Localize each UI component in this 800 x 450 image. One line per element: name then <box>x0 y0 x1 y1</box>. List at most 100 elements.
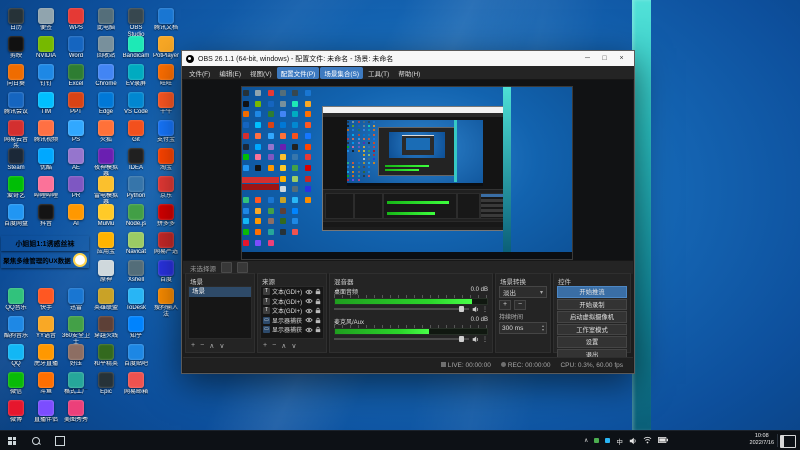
desktop-icon[interactable]: Epic <box>92 372 120 396</box>
remove-scene-button[interactable]: − <box>200 342 204 349</box>
desktop-icon-image[interactable] <box>98 92 114 108</box>
remove-source-button[interactable]: − <box>272 342 276 349</box>
desktop-icon[interactable]: Bandicam <box>122 36 150 60</box>
desktop-icon-image[interactable] <box>158 120 174 136</box>
desktop-icon[interactable]: 穿越火线 <box>92 316 120 340</box>
desktop-icon-image[interactable] <box>98 36 114 52</box>
desktop-icon[interactable]: QQ <box>2 344 30 368</box>
desktop-icon[interactable]: PS <box>62 120 90 144</box>
desktop-icon-image[interactable] <box>128 232 144 248</box>
desktop-icon-image[interactable] <box>158 64 174 80</box>
desktop-icon[interactable]: 腾讯会议 <box>2 92 30 116</box>
desktop-icon-image[interactable] <box>8 372 24 388</box>
spinner-arrows-icon[interactable]: ▴ ▾ <box>542 324 544 332</box>
desktop-icon-image[interactable] <box>98 64 114 80</box>
sources-list[interactable]: T文本(GDI+) 3T文本(GDI+) 2T文本(GDI+)▭显示器捕获 2▭… <box>260 286 324 339</box>
desktop-icon-image[interactable] <box>38 316 54 332</box>
desktop-icon[interactable]: 斗鱼 <box>32 372 60 396</box>
desktop-icon-image[interactable] <box>128 344 144 360</box>
desktop-icon[interactable]: 知乎 <box>122 316 150 340</box>
desktop-icon-image[interactable] <box>38 344 54 360</box>
desktop-icon-image[interactable] <box>98 344 114 360</box>
start-recording-button[interactable]: 开始录制 <box>557 298 627 310</box>
desktop-icon[interactable]: 日历 <box>2 8 30 32</box>
desktop-icon[interactable]: 腾讯文档 <box>152 8 180 32</box>
desktop-icon[interactable]: 快手 <box>32 288 60 312</box>
desktop-icon[interactable]: 抖音 <box>32 204 60 228</box>
desktop-icon-image[interactable] <box>8 92 24 108</box>
visibility-eye-icon[interactable] <box>305 298 313 304</box>
desktop-icon-image[interactable] <box>38 36 54 52</box>
desktop-icon[interactable]: 搜狗输入法 <box>152 288 180 319</box>
source-row[interactable]: T文本(GDI+) 3 <box>261 287 323 297</box>
desktop-icon-image[interactable] <box>68 36 84 52</box>
desktop-banner-image[interactable]: 小姐姐1:1诱惑丝袜 <box>1 236 89 251</box>
move-scene-down-button[interactable]: ∨ <box>219 342 224 350</box>
desktop-icon-image[interactable] <box>128 372 144 388</box>
battery-icon[interactable] <box>657 436 668 445</box>
desktop-icon[interactable]: AI <box>62 204 90 228</box>
move-scene-up-button[interactable]: ∧ <box>209 342 214 350</box>
desktop-icon-image[interactable] <box>158 92 174 108</box>
desktop-icon[interactable]: 虎牙直播 <box>32 344 60 368</box>
desktop-icon[interactable]: AE <box>62 148 90 172</box>
desktop-icon-image[interactable] <box>8 120 24 136</box>
desktop-icon[interactable]: 网易云音乐 <box>2 120 30 151</box>
taskbar-clock[interactable]: 10:08 2022/7/16 <box>750 433 774 447</box>
desktop-icon[interactable]: NVIDIA <box>32 36 60 60</box>
move-source-down-button[interactable]: ∨ <box>291 342 296 350</box>
desktop-icon-image[interactable] <box>68 120 84 136</box>
menu-scene-collection[interactable]: 场景集合(S) <box>320 66 363 79</box>
preview-canvas[interactable] <box>241 86 573 260</box>
lock-icon[interactable] <box>315 298 321 305</box>
add-transition-button[interactable]: + <box>499 300 511 310</box>
visibility-eye-icon[interactable] <box>305 308 313 314</box>
duration-spinner[interactable]: 300 ms ▴ ▾ <box>499 322 547 334</box>
desktop-icon[interactable]: 哔哩哔哩 <box>32 176 60 200</box>
mixer-options-icon[interactable]: ⋮ <box>482 306 488 313</box>
desktop-icon[interactable]: ToDesk <box>122 288 150 312</box>
desktop-icon[interactable]: 百度 <box>152 260 180 284</box>
desktop-icon-image[interactable] <box>8 36 24 52</box>
remove-transition-button[interactable]: − <box>514 300 526 310</box>
volume-slider[interactable] <box>334 306 469 312</box>
desktop-icon[interactable]: PR <box>62 176 90 200</box>
desktop-icon[interactable]: 英雄联盟 <box>92 288 120 312</box>
close-button[interactable]: × <box>613 52 630 66</box>
desktop-icon-image[interactable] <box>158 260 174 276</box>
network-icon[interactable] <box>643 436 652 446</box>
visibility-eye-icon[interactable] <box>305 327 313 333</box>
minimize-button[interactable]: ─ <box>579 52 596 66</box>
desktop-icon[interactable]: 百度网盘 <box>2 204 30 228</box>
desktop-icon-image[interactable] <box>98 260 114 276</box>
desktop-icon-image[interactable] <box>158 36 174 52</box>
desktop-icon[interactable]: 雷电模拟器 <box>92 176 120 207</box>
desktop-icon[interactable]: 旺旺 <box>152 64 180 88</box>
desktop-icon-image[interactable] <box>98 148 114 164</box>
desktop-icon[interactable]: 回收站 <box>92 36 120 60</box>
desktop-icon[interactable]: Xshell <box>122 260 150 284</box>
desktop-icon[interactable]: Chrome <box>92 64 120 88</box>
desktop-icon[interactable]: YY语音 <box>32 316 60 340</box>
obs-title-bar[interactable]: OBS 26.1.1 (64-bit, windows) - 配置文件: 未命名… <box>182 51 634 66</box>
mixer-options-icon[interactable]: ⋮ <box>482 336 488 343</box>
desktop-icon[interactable]: Excel <box>62 64 90 88</box>
start-button[interactable] <box>0 431 24 450</box>
desktop-icon-image[interactable] <box>38 288 54 304</box>
desktop-icon[interactable]: 直播伴侣 <box>32 400 60 424</box>
desktop-icon-image[interactable] <box>128 148 144 164</box>
desktop-icon[interactable]: Edge <box>92 92 120 116</box>
desktop-icon-image[interactable] <box>8 8 24 24</box>
task-view-button[interactable] <box>48 431 72 450</box>
add-source-button[interactable]: + <box>263 342 267 349</box>
desktop-icon[interactable]: 迅雷 <box>62 288 90 312</box>
desktop-icon[interactable]: 美图秀秀 <box>62 400 90 424</box>
desktop-icon-image[interactable] <box>68 92 84 108</box>
desktop-icon[interactable]: VS Code <box>122 92 150 116</box>
settings-button[interactable]: 设置 <box>557 336 627 348</box>
desktop-icon-image[interactable] <box>128 36 144 52</box>
desktop-icon[interactable]: TIM <box>32 92 60 116</box>
desktop-icon-image[interactable] <box>8 176 24 192</box>
desktop-icon[interactable]: 此电脑 <box>92 8 120 32</box>
source-row[interactable]: ▭ 显示器捕获 <box>261 325 323 335</box>
